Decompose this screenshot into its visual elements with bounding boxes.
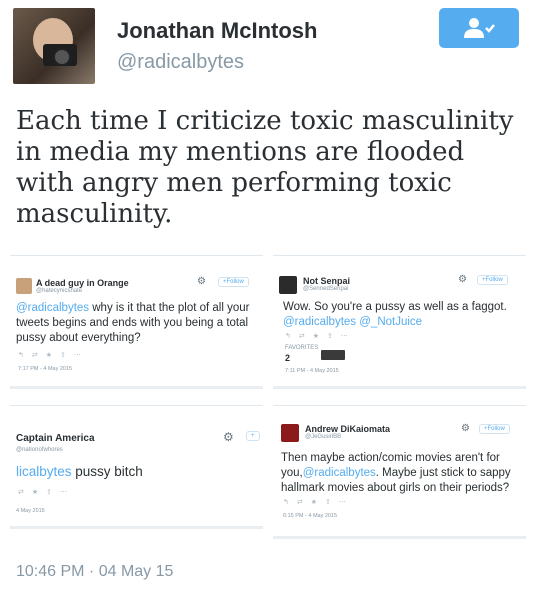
- tweet-timestamp: 7:17 PM - 4 May 2015: [18, 366, 73, 372]
- follow-button: +Follow: [218, 277, 249, 287]
- gear-icon: ⚙: [223, 430, 234, 444]
- tweet-timestamp: 4 May 2015: [16, 508, 45, 514]
- tweet-actions: ↰⇄★⇪⋯: [283, 499, 354, 506]
- embedded-tweet-2: Not Senpai @SennedSenpai ⚙ +Follow Wow. …: [273, 255, 526, 386]
- gear-icon: ⚙: [458, 274, 467, 285]
- tweet-text: Each time I criticize toxic masculinity …: [16, 106, 514, 229]
- tweet-body: Wow. So you're a pussy as well as a fagg…: [283, 301, 507, 328]
- tweet-author-handle: @hatecynicshate: [36, 288, 83, 294]
- tweet-timestamp: 7:11 PM - 4 May 2015: [285, 368, 339, 374]
- avatar: [281, 424, 299, 442]
- tweet-body: @radicalbytes why is it that the plot of…: [16, 302, 250, 344]
- tweet-timestamp-main: 10:46 PM · 04 May 15: [16, 563, 174, 580]
- author-name[interactable]: Jonathan McIntosh: [117, 18, 317, 44]
- author-avatar[interactable]: [13, 8, 95, 84]
- tweet-author-name: Captain America: [16, 433, 95, 444]
- tweet-body: licalbytes pussy bitch: [16, 464, 143, 479]
- tweet-actions: ↰⇄★⇪⋯: [18, 352, 89, 359]
- add-user-icon: [464, 18, 495, 38]
- follow-button[interactable]: [439, 8, 519, 48]
- tweet-actions: ⇄★⇪⋯: [18, 489, 76, 496]
- embedded-tweet-1: A dead guy in Orange @hatecynicshate ⚙ +…: [10, 255, 263, 386]
- follow-button: +: [246, 431, 260, 441]
- follow-button: +Follow: [479, 424, 510, 434]
- embedded-tweet-4: Andrew DiKaiomata @JeGusiriBB ⚙ +Follow …: [273, 405, 526, 536]
- tweet-author-handle: @SennedSenpai: [303, 286, 349, 292]
- tweet-author-name: Not Senpai: [303, 276, 351, 286]
- camera-lens: [53, 48, 71, 66]
- tweet-author-name: Andrew DiKaiomata: [305, 424, 391, 434]
- tweet-timestamp: 6:15 PM - 4 May 2015: [283, 513, 338, 519]
- gear-icon: ⚙: [461, 423, 470, 434]
- avatar: [279, 276, 297, 294]
- favorites-label: FAVORITES: [285, 345, 319, 351]
- follow-button: +Follow: [477, 275, 508, 285]
- favorites-count: 2: [285, 353, 291, 363]
- tweet-author-name: A dead guy in Orange: [36, 278, 129, 288]
- tweet-author-handle: @nationofwhores: [16, 447, 63, 453]
- mention-link: @radicalbytes: [16, 302, 90, 314]
- avatar: [16, 278, 32, 294]
- tweet-author-handle: @JeGusiriBB: [305, 434, 342, 440]
- tweet-actions: ↰⇄★⇪⋯: [285, 333, 356, 340]
- favoriter-avatars: [321, 350, 345, 360]
- author-handle[interactable]: @radicalbytes: [117, 51, 244, 74]
- gear-icon: ⚙: [197, 276, 206, 287]
- embedded-tweet-3: Captain America @nationofwhores ⚙ + lica…: [10, 405, 263, 526]
- tweet-body: Then maybe action/comic movies aren't fo…: [281, 452, 511, 494]
